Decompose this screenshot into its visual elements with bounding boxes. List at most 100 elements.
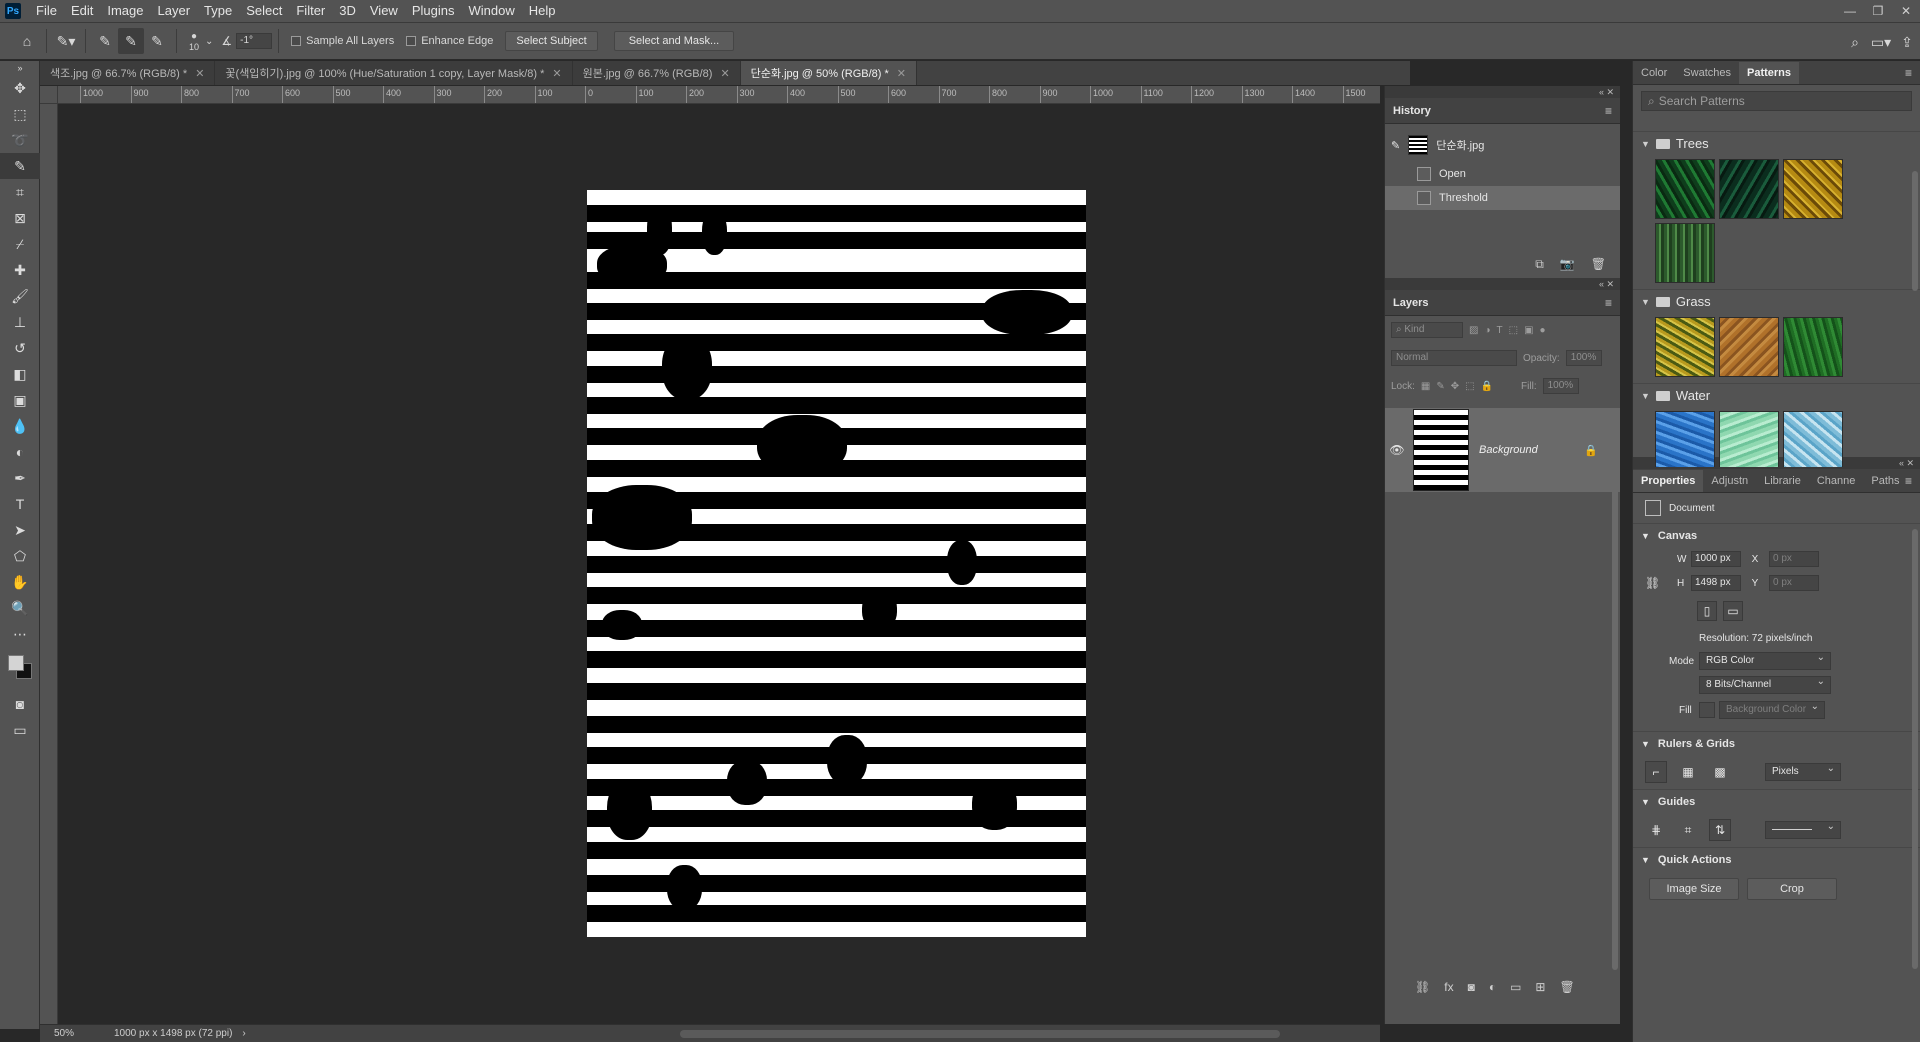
tab-adjustments[interactable]: Adjustn [1703, 470, 1756, 492]
panel-collapse-bar[interactable]: « ✕ [1385, 278, 1620, 290]
menu-plugins[interactable]: Plugins [405, 0, 462, 22]
move-tool-icon[interactable]: ✥ [0, 75, 40, 101]
color-swatches[interactable] [0, 647, 40, 691]
pattern-group-grass[interactable]: ▼ Grass [1633, 289, 1920, 313]
add-mask-icon[interactable]: ◙ [1468, 980, 1475, 994]
pattern-swatch[interactable] [1783, 411, 1843, 467]
toolbar-collapse-icon[interactable]: » [0, 61, 40, 75]
filter-toggle-icon[interactable]: ● [1540, 325, 1546, 336]
blur-tool-icon[interactable]: 💧 [0, 413, 40, 439]
landscape-icon[interactable]: ▭ [1723, 601, 1743, 621]
layers-scrollbar[interactable] [1612, 410, 1618, 970]
close-icon[interactable]: ✕ [195, 67, 204, 80]
close-icon[interactable]: ✕ [552, 67, 561, 80]
hand-tool-icon[interactable]: ✋ [0, 569, 40, 595]
bit-depth-select[interactable]: 8 Bits/Channel [1699, 674, 1831, 694]
menu-filter[interactable]: Filter [289, 0, 332, 22]
new-guide-icon[interactable]: ⌗ [1677, 819, 1699, 841]
color-mode-select[interactable]: RGB Color [1699, 650, 1831, 670]
select-subject-button[interactable]: Select Subject [505, 31, 598, 51]
visibility-eye-icon[interactable]: 👁 [1385, 443, 1409, 457]
lock-image-icon[interactable]: ✎ [1436, 381, 1444, 392]
more-tools-icon[interactable]: ⋯ [0, 621, 40, 647]
share-icon[interactable]: ⇪ [1894, 29, 1920, 55]
screen-mode-icon[interactable]: ▭ [0, 717, 40, 743]
menu-3d[interactable]: 3D [332, 0, 363, 22]
crop-button[interactable]: Crop [1747, 878, 1837, 900]
panel-menu-icon[interactable]: ≡ [1605, 296, 1612, 310]
lock-position-icon[interactable]: ✥ [1451, 381, 1459, 392]
shape-filter-icon[interactable]: ⬚ [1509, 325, 1518, 336]
doc-tab-active[interactable]: 단순화.jpg @ 50% (RGB/8) * ✕ [740, 61, 917, 85]
fill-select[interactable]: Background Color [1719, 699, 1825, 719]
tab-patterns[interactable]: Patterns [1739, 62, 1800, 84]
trash-icon[interactable]: 🗑 [1559, 980, 1574, 994]
tab-paths[interactable]: Paths [1863, 470, 1907, 492]
doc-tab[interactable]: 색조.jpg @ 66.7% (RGB/8) * ✕ [40, 61, 216, 85]
chevron-down-icon[interactable]: ⌄ [205, 36, 213, 47]
pen-tool-icon[interactable]: ✒ [0, 465, 40, 491]
guide-style-select[interactable] [1765, 819, 1841, 839]
menu-file[interactable]: File [29, 0, 64, 22]
history-snapshot[interactable]: ✎ 단순화.jpg [1385, 128, 1620, 162]
adjustment-layer-icon[interactable]: ◐ [1489, 980, 1496, 994]
close-icon[interactable]: ✕ [897, 67, 906, 80]
lock-artboard-icon[interactable]: ⬚ [1465, 381, 1474, 392]
menu-type[interactable]: Type [197, 0, 239, 22]
type-filter-icon[interactable]: T [1497, 325, 1503, 336]
menu-select[interactable]: Select [239, 0, 289, 22]
menu-layer[interactable]: Layer [151, 0, 198, 22]
add-to-selection-icon[interactable]: ✎ [118, 28, 144, 54]
lock-all-icon[interactable]: 🔒 [1481, 381, 1493, 392]
camera-icon[interactable]: 📷 [1560, 257, 1575, 272]
link-layers-icon[interactable]: ⛓ [1415, 980, 1430, 994]
shape-tool-icon[interactable]: ⬠ [0, 543, 40, 569]
pattern-swatch[interactable] [1719, 159, 1779, 219]
tool-preset-icon[interactable]: ✎▾ [53, 28, 79, 54]
menu-edit[interactable]: Edit [64, 0, 100, 22]
panel-menu-icon[interactable]: ≡ [1605, 104, 1612, 118]
foreground-color-swatch[interactable] [8, 655, 24, 671]
select-and-mask-button[interactable]: Select and Mask... [613, 31, 735, 51]
canvas-area[interactable] [58, 104, 1380, 1024]
crop-tool-icon[interactable]: ⌗ [0, 179, 40, 205]
new-group-icon[interactable]: ▭ [1510, 980, 1521, 994]
tab-swatches[interactable]: Swatches [1675, 62, 1739, 84]
marquee-tool-icon[interactable]: ⬚ [0, 101, 40, 127]
pattern-swatch[interactable] [1719, 317, 1779, 377]
x-input[interactable]: 0 px [1769, 551, 1819, 567]
pattern-group-trees[interactable]: ▼ Trees [1633, 131, 1920, 155]
chevron-right-icon[interactable]: › [242, 1028, 245, 1039]
tab-libraries[interactable]: Librarie [1756, 470, 1809, 492]
fill-color-swatch[interactable] [1699, 702, 1715, 718]
type-tool-icon[interactable]: T [0, 491, 40, 517]
clone-stamp-tool-icon[interactable]: ⊥ [0, 309, 40, 335]
frame-tool-icon[interactable]: ⊠ [0, 205, 40, 231]
ruler-toggle-icon[interactable]: ⌐ [1645, 761, 1667, 783]
gradient-tool-icon[interactable]: ▣ [0, 387, 40, 413]
vertical-ruler[interactable] [40, 104, 58, 1024]
canvas-section[interactable]: ▼ Canvas [1633, 523, 1920, 547]
layer-item[interactable]: 👁 Background 🔒 [1385, 408, 1620, 492]
fill-input[interactable]: 100% [1542, 378, 1579, 394]
image-size-button[interactable]: Image Size [1649, 878, 1739, 900]
restore-icon[interactable]: ❐ [1864, 0, 1892, 22]
tab-channels[interactable]: Channe [1809, 470, 1864, 492]
search-icon[interactable]: ⌕ [1842, 29, 1868, 55]
smart-object-filter-icon[interactable]: ▣ [1524, 325, 1533, 336]
angle-input[interactable]: -1° [236, 33, 273, 49]
blend-mode-select[interactable]: Normal [1391, 350, 1517, 366]
subtract-selection-icon[interactable]: ✎ [144, 28, 170, 54]
menu-image[interactable]: Image [100, 0, 150, 22]
menu-window[interactable]: Window [461, 0, 521, 22]
menu-help[interactable]: Help [522, 0, 563, 22]
search-patterns-input[interactable]: ⌕ Search Patterns [1641, 91, 1912, 111]
width-input[interactable]: 1000 px [1691, 551, 1741, 567]
panel-collapse-bar[interactable]: « ✕ [1385, 86, 1620, 98]
portrait-icon[interactable]: ▯ [1697, 601, 1717, 621]
minimize-icon[interactable]: — [1836, 0, 1864, 22]
fx-icon[interactable]: fx [1444, 980, 1453, 994]
pattern-swatch[interactable] [1655, 317, 1715, 377]
horizontal-scrollbar[interactable] [680, 1030, 1280, 1038]
quick-actions-section[interactable]: ▼ Quick Actions [1633, 847, 1920, 871]
